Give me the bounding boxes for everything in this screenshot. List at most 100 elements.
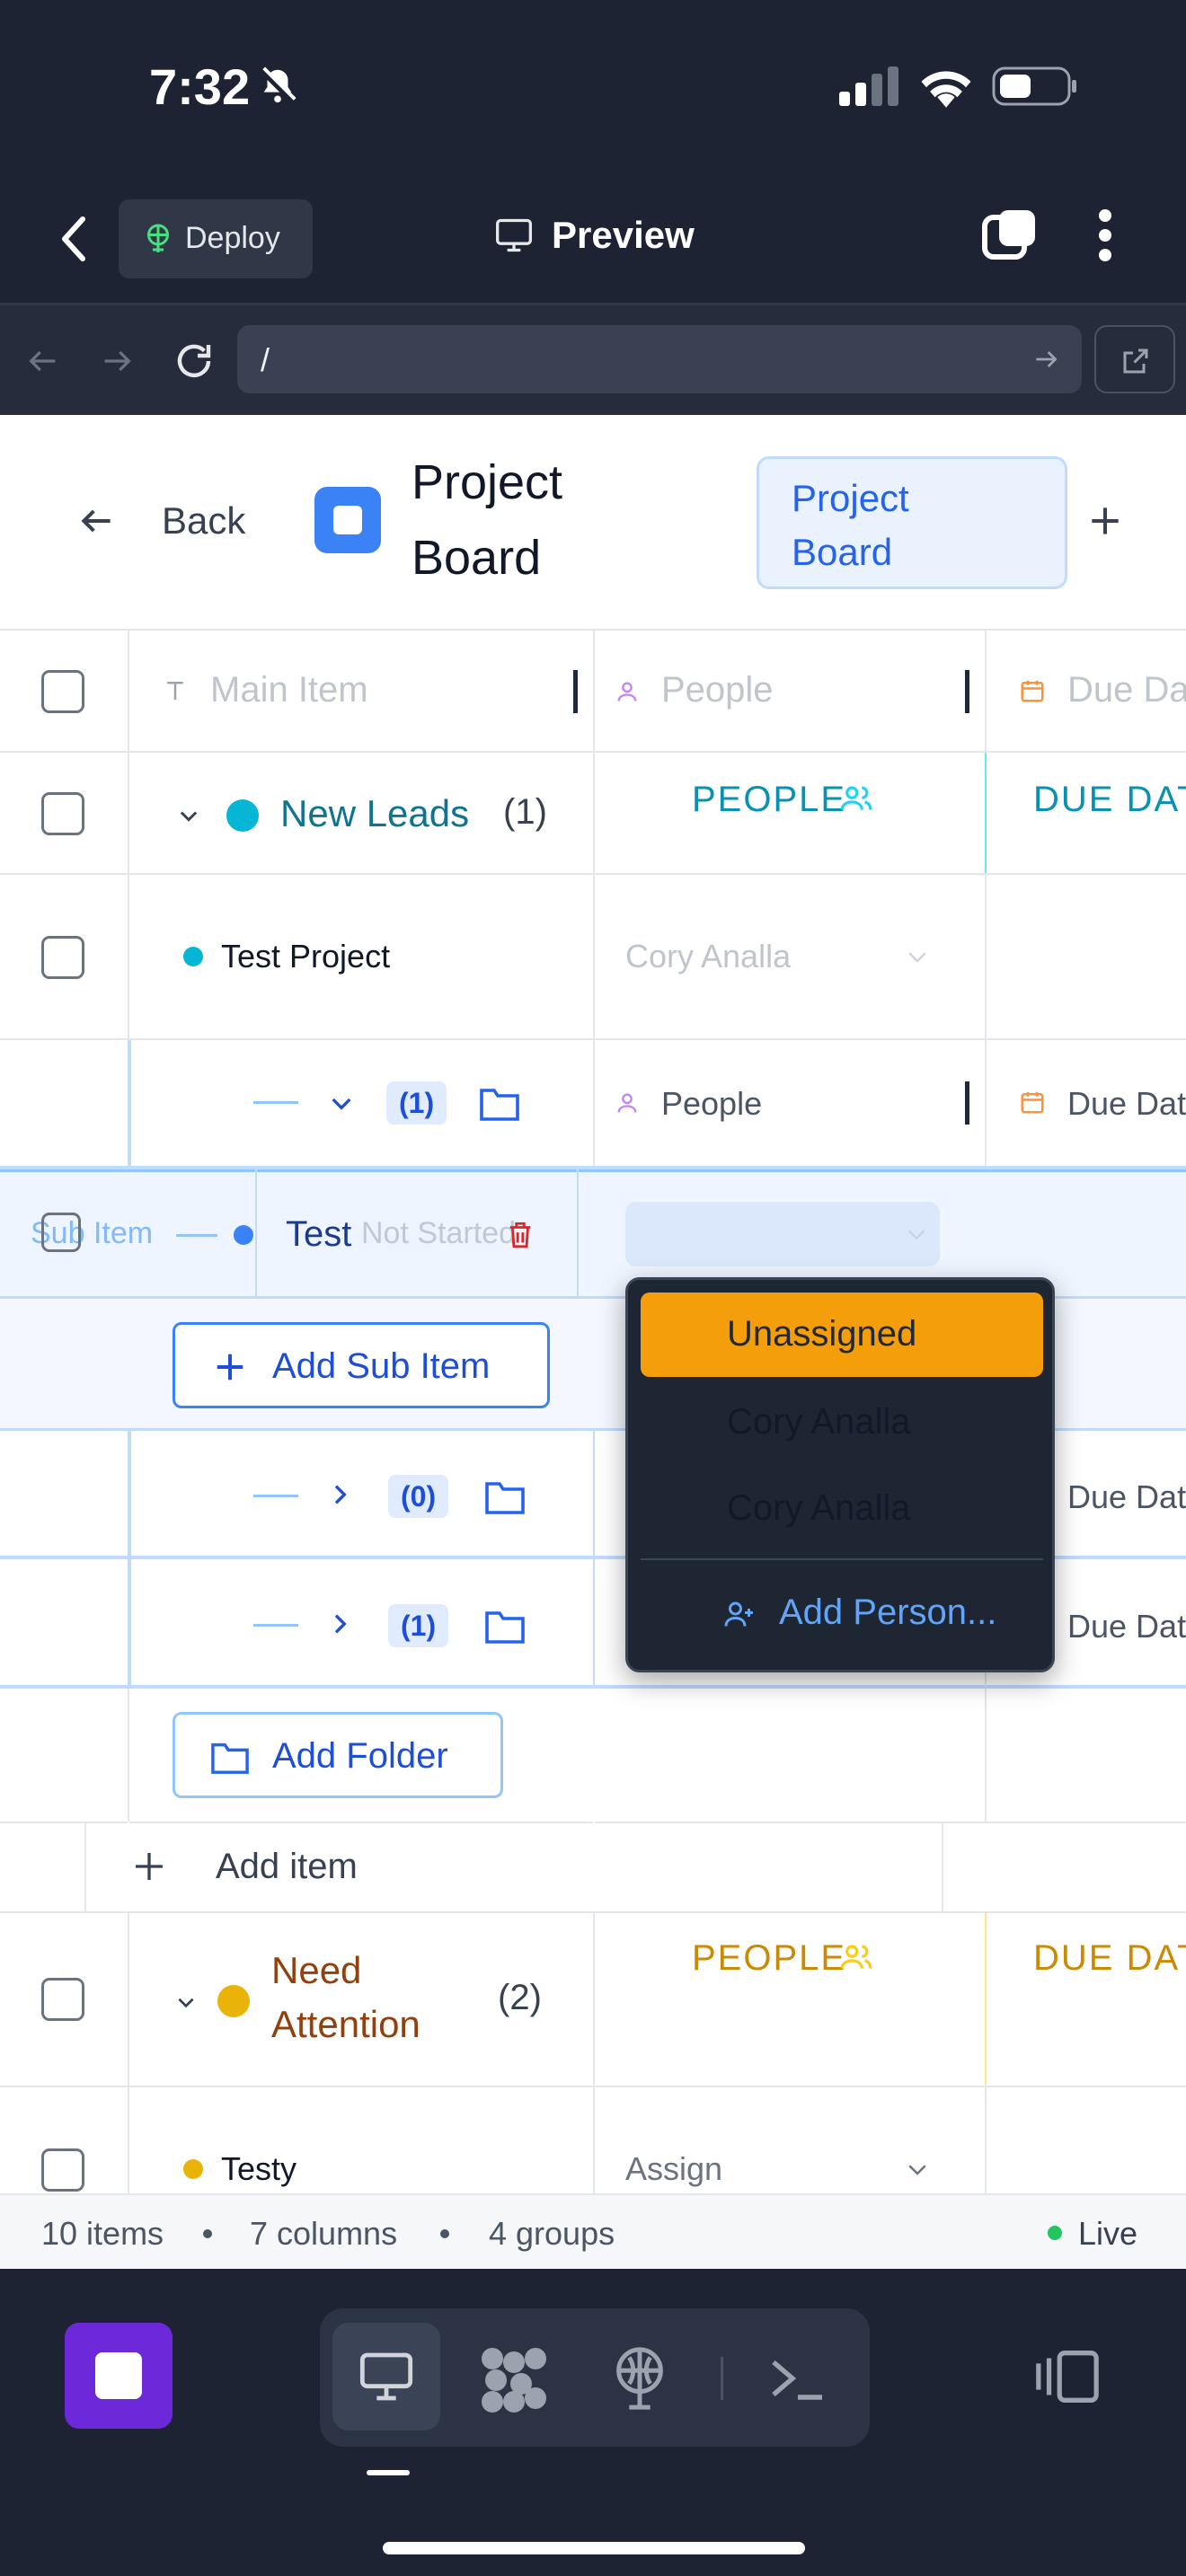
row-checkbox[interactable] [41,2148,84,2192]
chevron-down-icon [904,1222,929,1247]
dropdown-option-selected[interactable]: Unassigned [641,1292,1043,1377]
column-header-due-date[interactable]: Due Da [1067,670,1186,710]
trash-icon[interactable] [505,1220,535,1250]
tabs-icon[interactable] [981,207,1039,264]
person-select[interactable] [625,1202,940,1266]
dropdown-option-label: Cory Analla [727,1488,911,1528]
deploy-label: Deploy [185,221,280,255]
status-ghost-text: Not Started [361,1216,516,1250]
row-checkbox[interactable] [41,936,84,979]
wifi-icon [916,63,976,108]
chevron-down-icon[interactable] [904,2156,931,2183]
select-all-checkbox[interactable] [41,670,84,713]
external-link-icon [1120,345,1152,377]
add-item-button[interactable]: Add item [216,1847,358,1887]
sub-item-checkbox[interactable] [41,1213,81,1252]
column-resize-handle[interactable] [573,670,578,713]
live-status: Live [1078,2215,1138,2252]
chevron-down-icon[interactable] [904,943,931,970]
plus-icon[interactable] [131,1848,167,1884]
person-icon [615,679,640,704]
column-resize-handle[interactable] [965,1081,969,1125]
deploy-icon [142,223,174,255]
workspace-icon[interactable] [478,2344,550,2413]
dropdown-option[interactable]: Cory Analla [641,1467,1043,1549]
person-select-value[interactable]: Assign [625,2150,722,2188]
connector-line [253,1624,298,1627]
folder-due-header: Due Dat [1067,1478,1186,1515]
chevron-right-icon[interactable] [325,1610,354,1638]
sub-item-name[interactable]: Test [286,1214,351,1255]
app-bar: Deploy Preview [0,171,1186,305]
open-external-button[interactable] [1094,325,1175,393]
group-count: (2) [498,1978,542,2017]
mode-switcher [320,2308,870,2447]
deploy-globe-icon[interactable] [607,2344,672,2413]
add-person-option[interactable]: Add Person... [641,1569,1043,1654]
folder-icon[interactable] [483,1606,527,1645]
item-name[interactable]: Test Project [221,938,390,975]
monitor-icon [358,2350,415,2404]
dropdown-divider [641,1558,1043,1560]
chevron-down-icon[interactable] [174,1990,198,2014]
group-checkbox[interactable] [41,1978,84,2021]
text-type-icon [162,677,189,704]
nav-forward-icon[interactable] [99,343,135,379]
reload-icon[interactable] [173,340,216,383]
add-sub-item-button[interactable]: Add Sub Item [173,1322,550,1408]
dropdown-option[interactable]: Cory Analla [641,1381,1043,1463]
subcolumn-header-due[interactable]: Due Dat [1067,1085,1186,1123]
folder-due-header: Due Dat [1067,1608,1186,1645]
status-dot [183,2159,203,2179]
more-vertical-icon[interactable] [1098,208,1112,262]
folder-icon[interactable] [478,1083,521,1123]
group-name-need-attention-line2[interactable]: Attention [271,2003,420,2046]
back-link[interactable]: Back [162,499,245,543]
group-name-need-attention-line1[interactable]: Need [271,1949,361,1992]
view-tab-label-line2: Board [792,531,893,573]
url-text: / [261,341,270,378]
group-name-new-leads[interactable]: New Leads [280,792,469,835]
nav-back-icon[interactable] [25,343,61,379]
calendar-icon [1019,1089,1046,1116]
group-color-dot [226,799,259,832]
people-icon [839,781,873,816]
chevron-right-icon[interactable] [325,1480,354,1509]
chevron-down-icon[interactable] [176,803,201,828]
add-folder-button[interactable]: Add Folder [173,1712,503,1798]
deploy-button[interactable]: Deploy [119,199,313,278]
back-chevron-icon[interactable] [54,212,93,266]
back-arrow-icon[interactable] [77,501,117,541]
status-bar: 7:32 [0,0,1186,171]
preview-mode-tab[interactable] [332,2323,440,2430]
page-header: Back Project Board Project Board [0,415,1186,631]
terminal-icon[interactable] [766,2350,830,2407]
calendar-icon [1019,677,1046,704]
go-arrow-icon[interactable] [1031,345,1060,374]
item-name[interactable]: Testy [221,2150,296,2188]
column-header-main-item[interactable]: Main Item [210,670,368,710]
page-title-line1: Project [412,455,563,509]
board-footer: 10 items 7 columns 4 groups Live [0,2193,1186,2269]
subcolumn-header-people[interactable]: People [661,1085,762,1123]
url-field[interactable]: / [237,325,1082,393]
chevron-down-icon[interactable] [327,1089,356,1117]
group-count: (1) [503,792,547,832]
person-select-value[interactable]: Cory Analla [625,938,791,975]
app-stop-button[interactable] [65,2323,173,2429]
panel-toggle-icon[interactable] [1033,2346,1102,2407]
person-dropdown-menu: Unassigned Cory Analla Cory Analla Add P… [625,1277,1055,1672]
person-icon [615,1090,640,1116]
status-dot [234,1225,253,1245]
add-view-plus-icon[interactable] [1085,501,1125,541]
group-checkbox[interactable] [41,792,84,835]
stop-icon [95,2352,142,2399]
column-resize-handle[interactable] [965,670,969,713]
folder-icon[interactable] [483,1477,527,1516]
group-color-dot [217,1985,250,2017]
column-header-people[interactable]: People [661,670,774,710]
view-tab-project-board[interactable]: Project Board [757,456,1067,589]
preview-label: Preview [552,214,695,256]
view-tab-label-line1: Project [792,477,909,519]
clock: 7:32 [149,58,251,115]
